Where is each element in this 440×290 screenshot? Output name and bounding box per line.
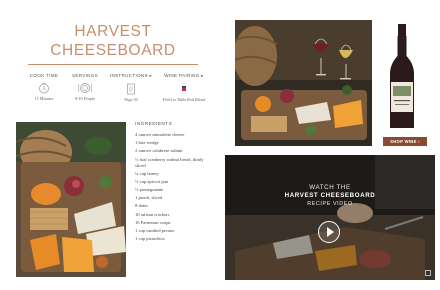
play-button[interactable] [318,221,340,243]
meta-servings: SERVINGS 8-10 People [66,73,104,101]
meta-heading: COOK TIME [29,73,59,78]
video-caption-line1: WATCH THE [309,184,351,191]
video-caption: WATCH THE HARVEST CHEESEBOARD RECIPE VID… [225,184,435,208]
ingredient-item: 1 peach, sliced [135,195,163,201]
ingredient-item: 1 brie wedge [135,140,159,146]
ingredient-item: 10 artisan crackers [135,211,170,217]
play-icon [327,227,334,237]
wine-label-icon [182,86,186,91]
meta-instructions[interactable]: INSTRUCTIONS ▸ Page 50 [108,73,154,102]
shop-wine-button[interactable]: SHOP WINE › [383,137,427,146]
ingredient-item: 1 cup candied pecans [135,228,175,234]
wine-bottle-image [385,24,419,130]
ingredient-item: 1 cup pistachios [135,236,165,242]
ingredient-item: 4 ounces mimolette cheese [135,132,185,137]
video-caption-line3: RECIPE VIDEO [307,201,353,207]
recipe-meta: COOK TIME 15 Minutes SERVINGS 8-10 Peopl… [24,73,210,109]
ingredient-item: ½ pomegranate [135,187,164,193]
ingredient-item: ½ cup apricot jam [135,178,169,184]
plate-icon [78,83,92,93]
video-caption-line2: HARVEST CHEESEBOARD [284,192,376,199]
meta-heading: SERVINGS [71,73,99,78]
recipe-title-line2: CHEESEBOARD [50,42,176,59]
recipe-card-icon [127,83,135,95]
wine-cheese-photo [235,20,372,146]
ingredient-item: 2 ounces calabrese salami [135,148,183,154]
ingredient-item: 8 dates [135,203,148,209]
meta-value: 8-10 People [74,96,96,101]
title-divider [28,64,198,65]
meta-heading: INSTRUCTIONS ▸ [109,73,153,78]
chevron-right-icon: › [418,139,420,144]
meta-value: Field to Table Red Blend [163,97,205,102]
recipe-title: HARVEST CHEESEBOARD [28,22,198,60]
ingredients-section: INGREDIENTS 4 ounces mimolette cheese 1 … [135,122,215,243]
recipe-title-line1: HARVEST [74,23,152,40]
ingredient-item: 10 Parmesan crisps [135,219,171,225]
meta-cook-time: COOK TIME 15 Minutes [24,73,64,101]
cheeseboard-photo-left [16,122,126,277]
fullscreen-icon[interactable] [425,270,431,276]
clock-icon [39,82,49,94]
ingredient-item: ¼ cup honey [135,170,159,176]
ingredients-heading: INGREDIENTS [135,122,173,127]
meta-value: Page 50 [124,97,138,102]
ingredients-list: 4 ounces mimolette cheese 1 brie wedge 2… [135,131,215,243]
meta-value: 15 Minutes [34,96,54,101]
ingredient-item: ½ loaf cranberry walnut bread, thinly sl… [135,156,204,168]
meta-heading: WINE PAIRING ▸ [164,73,204,78]
recipe-video[interactable] [225,155,435,280]
meta-wine-pairing[interactable]: WINE PAIRING ▸ Field to Table Red Blend [158,73,210,102]
shop-wine-label: SHOP WINE [390,139,417,144]
